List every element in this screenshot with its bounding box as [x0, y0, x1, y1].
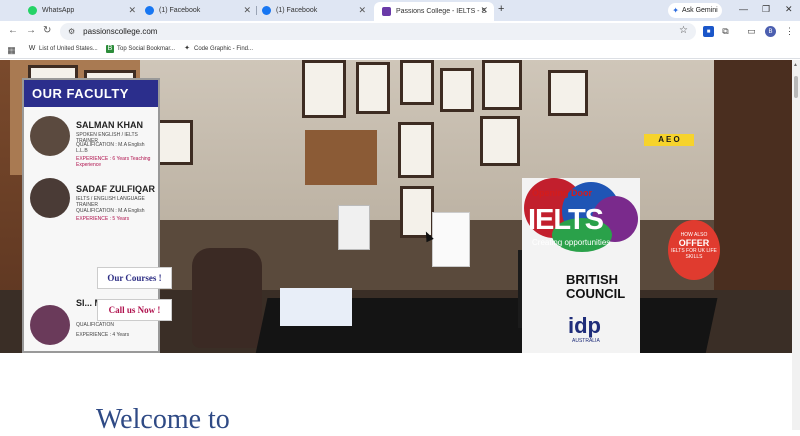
scrollbar-thumb[interactable] [794, 76, 798, 98]
call-us-now-button[interactable]: Call us Now ! [97, 299, 172, 321]
close-icon[interactable]: ✕ [128, 5, 136, 16]
scroll-up-icon[interactable]: ▲ [793, 62, 798, 68]
apps-grid-icon[interactable]: ▦ [6, 45, 17, 56]
bookmark-label: Top Social Bookmar... [117, 46, 176, 52]
faculty-info: QUALIFICATION : M.A English L.L.B [76, 142, 145, 154]
tab-whatsapp[interactable]: WhatsApp ✕ [20, 2, 142, 19]
faculty-info: IELTS / ENGLISH LANGUAGE TRAINER [76, 196, 145, 208]
site-info-icon[interactable]: ⚙ [68, 27, 75, 36]
aeo-sign: A E O [644, 134, 694, 146]
bookmark-label: List of United States... [39, 46, 98, 52]
reload-icon[interactable]: ↻ [43, 25, 51, 36]
faculty-info: EXPERIENCE : 4 Years [76, 332, 130, 338]
bookmark-star-icon[interactable]: ☆ [679, 25, 688, 36]
faculty-title: OUR FACULTY [24, 80, 158, 107]
bookmarks-bar: ▦ W List of United States... B Top Socia… [0, 42, 800, 59]
cast-icon[interactable]: ▭ [746, 26, 757, 37]
ielts-opening-text: Opening Door [532, 188, 592, 198]
bookmark-item[interactable]: W List of United States... [28, 45, 98, 53]
ielts-poster: Opening Door IELTS Creating opportunitie… [522, 178, 640, 353]
tab-title: (1) Facebook [276, 7, 318, 14]
profile-avatar[interactable]: B [765, 26, 776, 37]
ielts-tagline: Creating opportunities [532, 238, 611, 247]
code-graphic-icon: ✦ [184, 45, 190, 52]
facebook-icon [145, 6, 154, 15]
ask-gemini-button[interactable]: ✦ Ask Gemini [668, 3, 722, 18]
bookmark-item[interactable]: B Top Social Bookmar... [106, 45, 175, 53]
faculty-info: QUALIFICATION : M.A English [76, 208, 145, 214]
offer-line3: IELTS FOR UK LIFE SKILLS [671, 248, 717, 260]
our-courses-button[interactable]: Our Courses ! [97, 267, 172, 289]
browser-tab-bar: WhatsApp ✕ (1) Facebook ✕ (1) Facebook ✕… [0, 0, 800, 21]
bookmark-site-icon: B [106, 45, 114, 53]
faculty-name: SALMAN KHAN [76, 120, 143, 130]
page-scrollbar[interactable]: ▲ [792, 60, 800, 430]
menu-dots-icon[interactable]: ⋮ [784, 26, 795, 37]
british-council-text: BRITISH COUNCIL [566, 272, 626, 301]
wikipedia-icon: W [28, 45, 36, 52]
gemini-icon: ✦ [672, 6, 679, 15]
browser-toolbar: ← → ↻ ⚙ passionscollege.com ☆ ■ ⧉ ▭ B ⋮ [0, 21, 800, 42]
window-close-icon[interactable]: ✕ [785, 4, 793, 15]
minimize-icon[interactable]: — [739, 4, 748, 14]
faculty-info: EXPERIENCE : 6 Years Teaching Experience [76, 156, 151, 168]
faculty-photo [30, 305, 70, 345]
idp-logo-text: idp [568, 313, 601, 338]
tab-title: WhatsApp [42, 7, 75, 14]
offer-line2: OFFER [678, 238, 710, 248]
welcome-heading: Welcome to [96, 404, 230, 435]
faculty-info: QUALIFICATION [76, 322, 114, 328]
forward-icon[interactable]: → [26, 25, 36, 36]
address-bar[interactable]: ⚙ passionscollege.com ☆ [60, 23, 696, 40]
close-icon[interactable]: ✕ [358, 5, 366, 16]
ask-gemini-label: Ask Gemini [681, 7, 718, 14]
faculty-photo [30, 178, 70, 218]
ielts-logo-text: IELTS [528, 204, 604, 236]
tab-facebook-1[interactable]: (1) Facebook ✕ [137, 2, 257, 19]
faculty-info: EXPERIENCE : 5 Years [76, 216, 130, 222]
extension-icon[interactable]: ■ [703, 26, 714, 37]
faculty-photo [30, 116, 70, 156]
close-icon[interactable]: ✕ [480, 5, 488, 16]
tab-passions-college[interactable]: Passions College - IELTS - Spok ✕ [374, 2, 494, 21]
tab-facebook-2[interactable]: (1) Facebook ✕ [254, 2, 372, 19]
address-text: passionscollege.com [83, 27, 158, 36]
idp-sub-text: AUSTRALIA [572, 338, 600, 344]
bookmark-label: Code Graphic - Find... [194, 46, 254, 52]
tab-title: (1) Facebook [159, 7, 201, 14]
faculty-name: SADAF ZULFIQAR [76, 184, 155, 194]
whatsapp-icon [28, 6, 37, 15]
site-icon [382, 7, 391, 16]
close-icon[interactable]: ✕ [243, 5, 251, 16]
tab-title: Passions College - IELTS - Spok [396, 8, 486, 15]
facebook-icon [262, 6, 271, 15]
bookmark-item[interactable]: ✦ Code Graphic - Find... [183, 45, 253, 53]
offer-badge: HOW ALSO OFFER IELTS FOR UK LIFE SKILLS [668, 220, 720, 280]
back-icon[interactable]: ← [8, 25, 18, 36]
new-tab-button[interactable]: + [498, 3, 504, 15]
extensions-puzzle-icon[interactable]: ⧉ [720, 26, 731, 37]
maximize-icon[interactable]: ❐ [762, 4, 770, 15]
